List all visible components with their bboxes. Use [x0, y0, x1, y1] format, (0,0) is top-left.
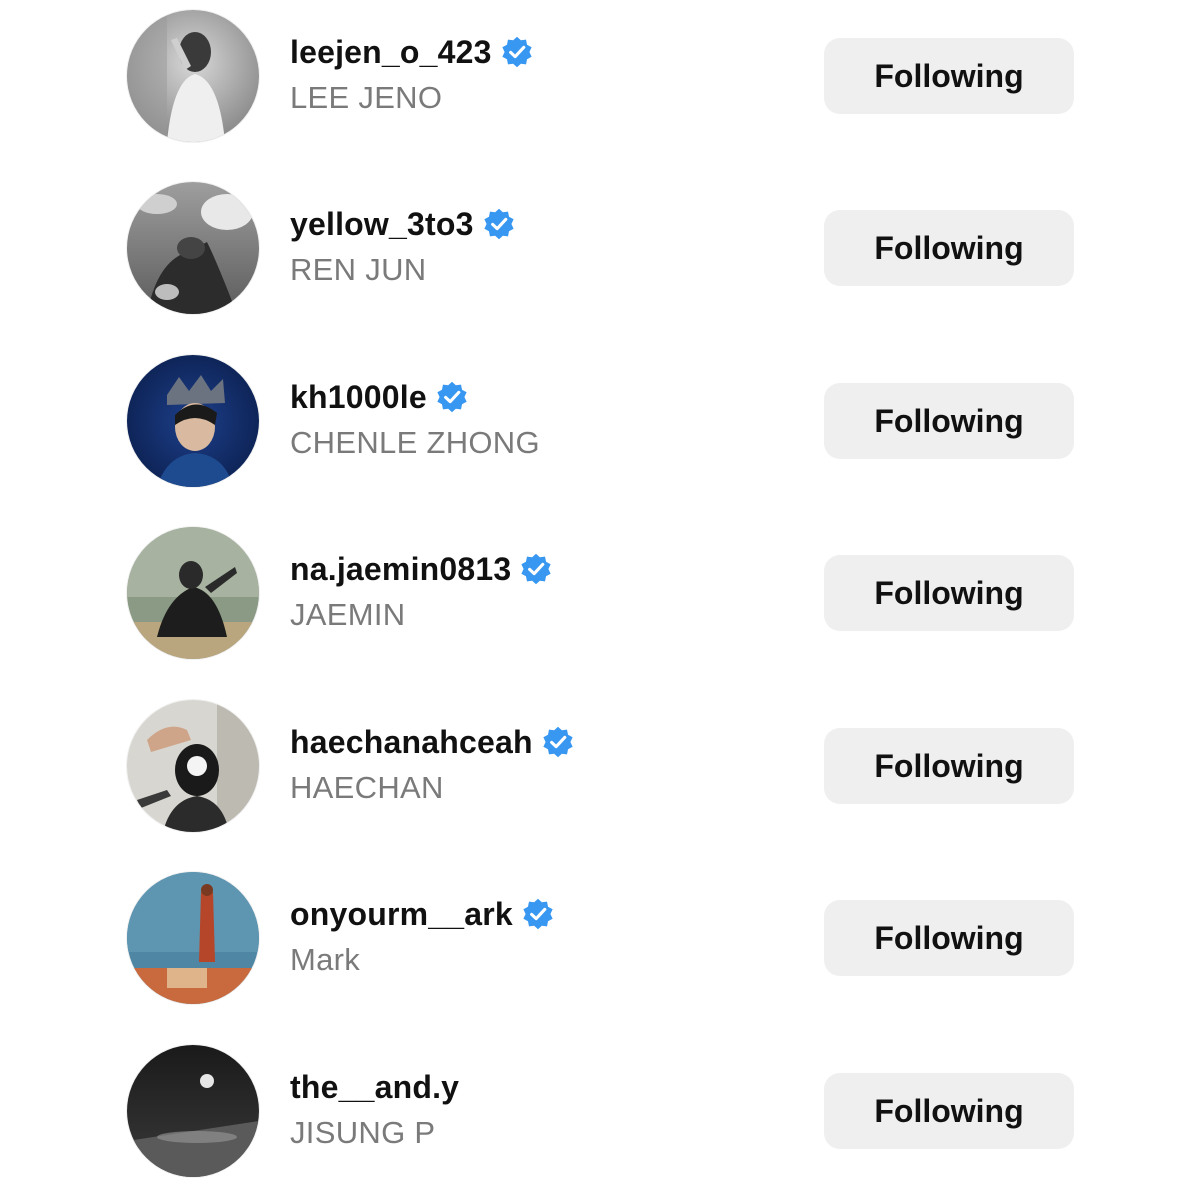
list-item[interactable]: onyourm__ark Mark Following: [0, 862, 1200, 1012]
full-name: Mark: [290, 942, 361, 977]
list-item[interactable]: leejen_o_423 LEE JENO Following: [0, 0, 1200, 150]
user-avatar-bw-portrait-icon: [127, 10, 259, 142]
following-button[interactable]: Following: [824, 555, 1074, 631]
full-name: JAEMIN: [290, 597, 406, 632]
verified-badge-icon: [519, 552, 553, 586]
list-item[interactable]: the__and.y JISUNG P Following: [0, 1035, 1200, 1185]
username[interactable]: haechanahceah: [290, 724, 533, 761]
following-button[interactable]: Following: [824, 1073, 1074, 1149]
following-button[interactable]: Following: [824, 38, 1074, 114]
following-list: leejen_o_423 LEE JENO Following yellow_3…: [0, 0, 1200, 1200]
verified-badge-icon: [500, 35, 534, 69]
full-name: JISUNG P: [290, 1115, 436, 1150]
verified-badge-icon: [541, 725, 575, 759]
username[interactable]: leejen_o_423: [290, 34, 492, 71]
list-item[interactable]: kh1000le CHENLE ZHONG Following: [0, 345, 1200, 495]
username[interactable]: yellow_3to3: [290, 206, 474, 243]
list-item[interactable]: yellow_3to3 REN JUN Following: [0, 172, 1200, 322]
following-button[interactable]: Following: [824, 900, 1074, 976]
user-avatar-dark-icon: [127, 1045, 259, 1177]
username[interactable]: na.jaemin0813: [290, 551, 511, 588]
list-item[interactable]: haechanahceah HAECHAN Following: [0, 690, 1200, 840]
user-avatar-camera-icon: [127, 700, 259, 832]
user-avatar-crown-blue-icon: [127, 355, 259, 487]
avatar[interactable]: [127, 1045, 259, 1177]
username[interactable]: the__and.y: [290, 1069, 459, 1106]
avatar[interactable]: [127, 10, 259, 142]
user-avatar-rooftop-icon: [127, 872, 259, 1004]
full-name: REN JUN: [290, 252, 427, 287]
avatar[interactable]: [127, 355, 259, 487]
following-button[interactable]: Following: [824, 383, 1074, 459]
following-button[interactable]: Following: [824, 210, 1074, 286]
verified-badge-icon: [521, 897, 555, 931]
avatar[interactable]: [127, 700, 259, 832]
full-name: LEE JENO: [290, 80, 443, 115]
full-name: CHENLE ZHONG: [290, 425, 540, 460]
verified-badge-icon: [435, 380, 469, 414]
user-avatar-seated-icon: [127, 527, 259, 659]
list-item[interactable]: na.jaemin0813 JAEMIN Following: [0, 517, 1200, 667]
verified-badge-icon: [482, 207, 516, 241]
full-name: HAECHAN: [290, 770, 444, 805]
following-button[interactable]: Following: [824, 728, 1074, 804]
username[interactable]: onyourm__ark: [290, 896, 513, 933]
avatar[interactable]: [127, 527, 259, 659]
username[interactable]: kh1000le: [290, 379, 427, 416]
user-avatar-bw-sky-icon: [127, 182, 259, 314]
avatar[interactable]: [127, 872, 259, 1004]
avatar[interactable]: [127, 182, 259, 314]
